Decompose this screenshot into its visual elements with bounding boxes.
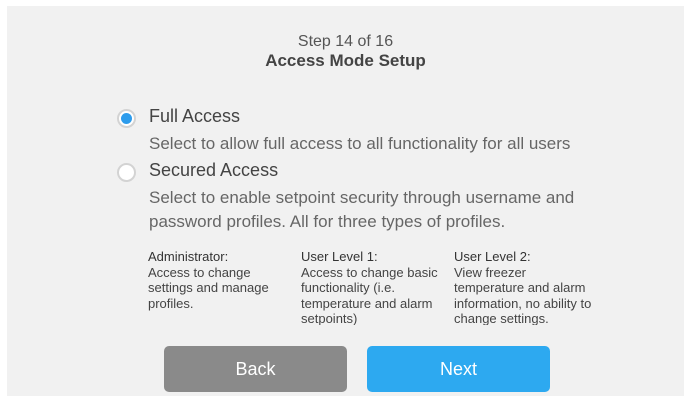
header: Step 14 of 16 Access Mode Setup [7, 32, 684, 71]
level-user-2-description: View freezer temperature and alarm infor… [454, 264, 592, 326]
next-button[interactable]: Next [367, 346, 550, 392]
level-administrator: Administrator: Access to change settings… [148, 249, 293, 311]
secured-access-radio[interactable] [117, 163, 136, 182]
back-button[interactable]: Back [164, 346, 347, 392]
level-user-1: User Level 1: Access to change basic fun… [301, 249, 446, 325]
level-user-1-description: Access to change basic functionality (i.… [301, 264, 438, 326]
level-user-2-title: User Level 2: [454, 249, 531, 264]
secured-access-description: Select to enable setpoint security throu… [149, 188, 575, 231]
level-user-2: User Level 2: View freezer temperature a… [454, 249, 599, 325]
level-administrator-title: Administrator: [148, 249, 229, 264]
step-indicator: Step 14 of 16 [297, 33, 394, 50]
secured-access-title: Secured Access [149, 160, 279, 180]
full-access-title: Full Access [149, 106, 241, 126]
full-access-radio[interactable] [117, 109, 136, 128]
page-title: Access Mode Setup [265, 51, 426, 70]
full-access-description: Select to allow full access to all funct… [149, 134, 571, 153]
level-administrator-description: Access to change settings and manage pro… [148, 264, 269, 311]
profile-levels: Administrator: Access to change settings… [148, 249, 628, 325]
setup-screen: Step 14 of 16 Access Mode Setup Full Acc… [7, 6, 684, 396]
level-user-1-title: User Level 1: [301, 249, 378, 264]
